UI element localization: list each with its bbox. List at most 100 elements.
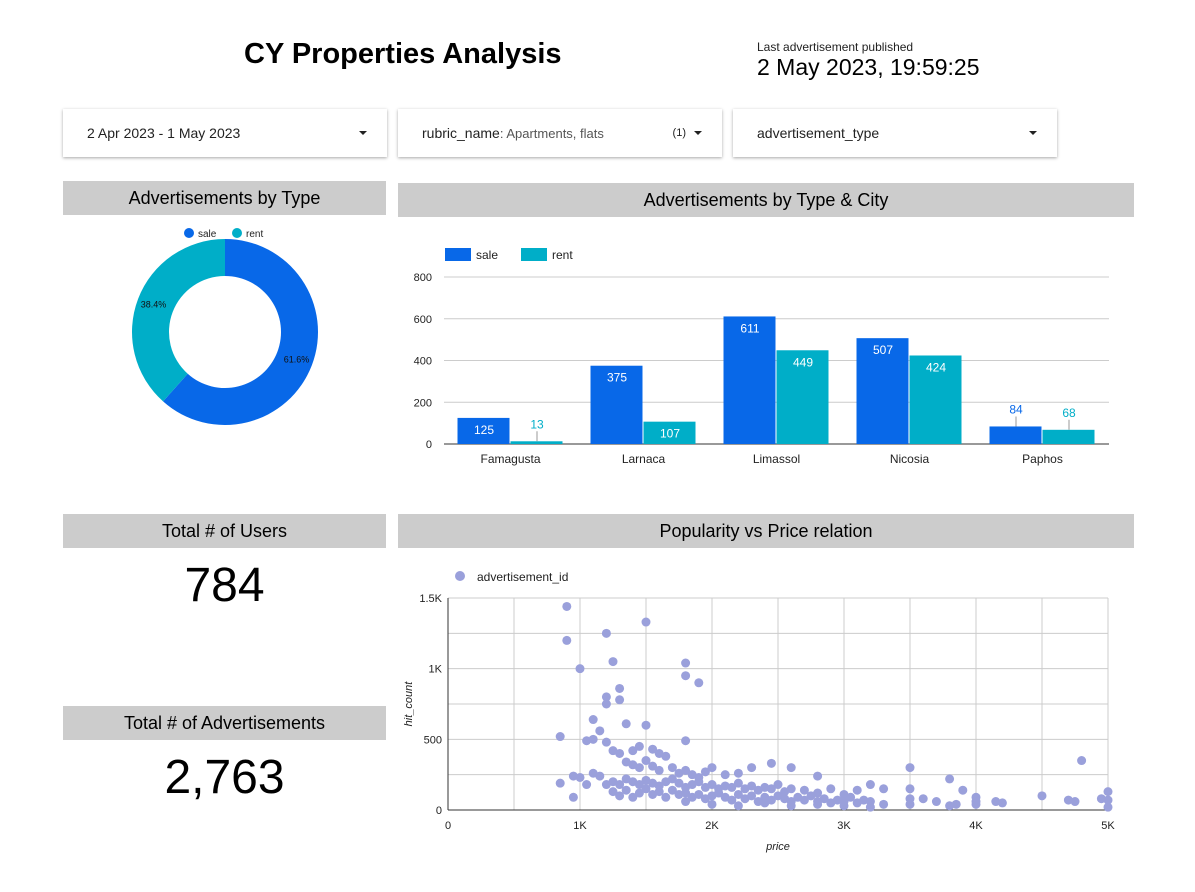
- y-tick-label: 0: [426, 439, 432, 451]
- scatter-point: [865, 802, 875, 812]
- scatter-point: [879, 799, 889, 809]
- donut-label-sale: 61.6%: [284, 354, 310, 364]
- scatter-point: [905, 799, 915, 809]
- scatter-point: [661, 792, 671, 802]
- y-tick-label: 600: [414, 314, 432, 326]
- y-tick-label: 0: [436, 805, 442, 817]
- scatter-point: [601, 737, 611, 747]
- scatter-point: [1077, 756, 1087, 766]
- bar-sale: [989, 426, 1042, 444]
- rubric-filter-count: (1): [672, 127, 686, 139]
- scatter-point: [568, 792, 578, 802]
- scatter-point: [601, 628, 611, 638]
- scatter-point: [852, 785, 862, 795]
- y-tick-label: 200: [414, 397, 432, 409]
- scatter-point: [733, 768, 743, 778]
- bar-value-label: 84: [1009, 402, 1023, 416]
- x-tick-label: Famagusta: [480, 452, 540, 466]
- bar-value-label: 107: [660, 427, 680, 441]
- x-tick-label: 3K: [837, 820, 851, 832]
- scatter-point: [601, 699, 611, 709]
- legend-sale-swatch: [445, 248, 471, 261]
- legend-sale-label: sale: [198, 229, 217, 240]
- popularity-scatter-chart: advertisement_id 0 1K 2K 3K 4K 5K 0 500 1K 1.5K pri…: [403, 570, 1115, 853]
- x-tick-label: 2K: [705, 820, 719, 832]
- legend-advertisement-id-swatch: [455, 571, 465, 581]
- y-axis-label: hit_count: [403, 681, 415, 727]
- bar-value-label: 68: [1062, 406, 1076, 420]
- rubric-name-filter[interactable]: rubric_name: Apartments, flats (1): [398, 109, 722, 157]
- y-tick-label: 1K: [429, 664, 443, 676]
- dropdown-caret-icon: [359, 131, 367, 135]
- scatter-point: [879, 784, 889, 794]
- bar-rent: [510, 441, 563, 444]
- bar-rent: [1042, 429, 1095, 444]
- x-tick-label: 4K: [969, 820, 983, 832]
- legend-sale-label: sale: [476, 248, 498, 262]
- scatter-point: [991, 797, 1001, 807]
- scatter-point: [905, 784, 915, 794]
- legend-rent-label: rent: [246, 229, 263, 240]
- page-title: CY Properties Analysis: [244, 38, 562, 70]
- scatter-point: [1037, 791, 1047, 801]
- rubric-filter-value: : Apartments, flats: [499, 126, 604, 141]
- scatter-point: [1103, 802, 1113, 812]
- scatter-point: [786, 784, 796, 794]
- scatter-point: [1070, 797, 1080, 807]
- scatter-point: [918, 794, 928, 804]
- scatter-point: [865, 780, 875, 790]
- scatter-point: [733, 801, 743, 811]
- scatter-point: [588, 715, 598, 725]
- scatter-point: [826, 784, 836, 794]
- date-range-filter[interactable]: 2 Apr 2023 - 1 May 2023: [63, 109, 387, 157]
- scatter-point: [813, 771, 823, 781]
- by-type-city-header: Advertisements by Type & City: [398, 183, 1134, 217]
- x-tick-label: 5K: [1101, 820, 1115, 832]
- scatter-point: [681, 671, 691, 681]
- scatter-point: [634, 741, 644, 751]
- scatter-point: [562, 601, 572, 611]
- scatter-point: [582, 780, 592, 790]
- bar-value-label: 13: [530, 417, 544, 431]
- scatter-point: [601, 780, 611, 790]
- scatter-point: [945, 774, 955, 784]
- scatter-point: [555, 732, 565, 742]
- scatter-point: [575, 772, 585, 782]
- x-tick-label: Larnaca: [622, 452, 666, 466]
- scatter-point: [641, 617, 651, 627]
- scatter-point: [958, 785, 968, 795]
- scatter-point: [694, 678, 704, 688]
- advertisement-type-filter[interactable]: advertisement_type: [733, 109, 1057, 157]
- x-tick-label: 0: [445, 820, 451, 832]
- scatter-point: [945, 801, 955, 811]
- scatter-point: [971, 799, 981, 809]
- scatter-point: [595, 771, 605, 781]
- scatter-point: [621, 785, 631, 795]
- scatter-point: [654, 765, 664, 775]
- scatter-point: [681, 797, 691, 807]
- scatter-point: [681, 736, 691, 746]
- legend-rent-swatch: [521, 248, 547, 261]
- scatter-point: [615, 683, 625, 693]
- scatter-point: [615, 748, 625, 758]
- x-tick-label: Limassol: [753, 452, 800, 466]
- scatter-point: [839, 801, 849, 811]
- legend-rent-swatch: [232, 228, 242, 238]
- scatter-point: [747, 763, 757, 773]
- scatter-point: [1103, 787, 1113, 797]
- scatter-point: [641, 720, 651, 730]
- dropdown-caret-icon: [694, 131, 702, 135]
- scatter-point: [615, 695, 625, 705]
- total-ads-value: 2,763: [164, 751, 285, 804]
- donut-slice-rent: [132, 239, 225, 402]
- y-tick-label: 500: [424, 734, 442, 746]
- x-tick-label: 1K: [573, 820, 587, 832]
- scatter-point: [720, 770, 730, 780]
- donut-label-rent: 38.4%: [141, 300, 167, 310]
- bar-value-label: 125: [474, 423, 494, 437]
- type-city-bar-chart: sale rent 0 200 400 600 800 125 13 Famagusta 375 10…: [414, 248, 1109, 466]
- bar-value-label: 507: [873, 343, 893, 357]
- popularity-header: Popularity vs Price relation: [398, 514, 1134, 548]
- scatter-point: [661, 751, 671, 761]
- advertisement-type-label: advertisement_type: [757, 125, 880, 141]
